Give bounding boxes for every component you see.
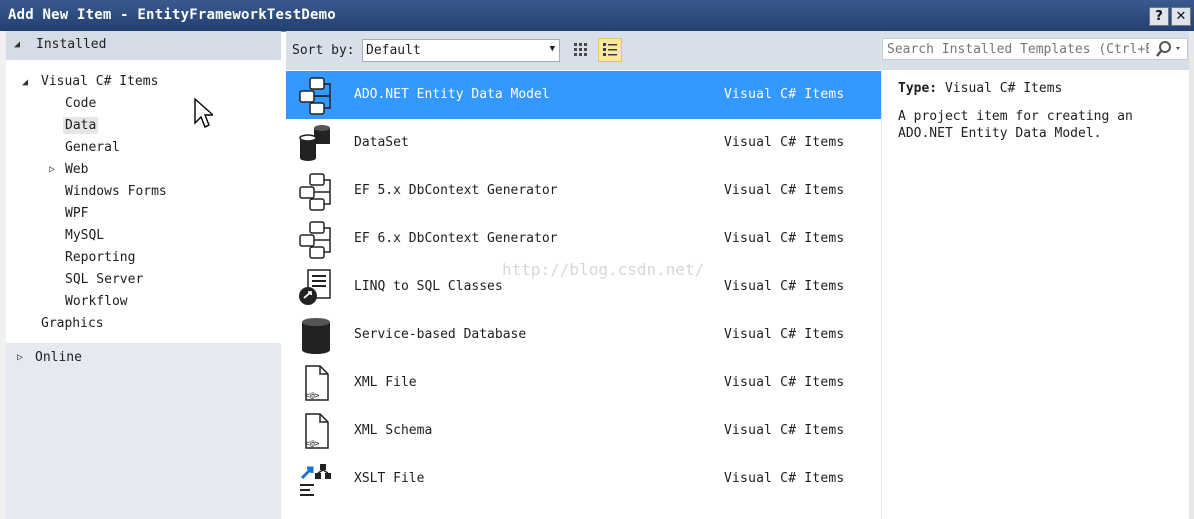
- tree-item-visual-csharp[interactable]: Visual C# Items: [41, 74, 158, 89]
- tree-item-workflow[interactable]: Workflow: [65, 294, 128, 309]
- sort-by-select[interactable]: Default ▼: [362, 39, 560, 62]
- close-button[interactable]: ✕: [1171, 7, 1191, 26]
- template-name: ADO.NET Entity Data Model: [354, 87, 550, 102]
- template-item-xml-file[interactable]: <@> XML File Visual C# Items: [286, 359, 881, 407]
- template-name: EF 5.x DbContext Generator: [354, 183, 558, 198]
- template-item-service-db[interactable]: Service-based Database Visual C# Items: [286, 311, 881, 359]
- title-bar[interactable]: Add New Item - EntityFrameworkTestDemo ?…: [0, 0, 1194, 32]
- template-item-ef6-generator[interactable]: EF 6.x DbContext Generator Visual C# Ite…: [286, 215, 881, 263]
- search-icon: [1156, 41, 1180, 57]
- tree-item-reporting[interactable]: Reporting: [65, 250, 135, 265]
- linq-icon: [299, 269, 331, 305]
- template-name: XML File: [354, 375, 417, 390]
- tree-item-web[interactable]: Web: [65, 162, 88, 177]
- type-value: Visual C# Items: [944, 81, 1063, 96]
- sort-toolbar: Sort by: Default ▼: [286, 31, 881, 70]
- template-tree-panel: ◢ Installed ◢ Visual C# Items Code Data …: [6, 31, 281, 519]
- template-category: Visual C# Items: [724, 183, 845, 198]
- search-input[interactable]: Search Installed Templates (Ctrl+E): [882, 38, 1188, 60]
- chevron-down-icon: ▼: [549, 44, 555, 54]
- ef-generator-icon: [299, 221, 331, 259]
- template-item-dataset[interactable]: DataSet Visual C# Items: [286, 119, 881, 167]
- xslt-file-icon: [300, 464, 331, 496]
- mouse-cursor-icon: [194, 97, 213, 128]
- template-name: LINQ to SQL Classes: [354, 279, 503, 294]
- template-category: Visual C# Items: [724, 231, 845, 246]
- details-panel: Search Installed Templates (Ctrl+E) Type…: [881, 31, 1194, 519]
- expand-arrow-icon[interactable]: ▷: [17, 352, 23, 363]
- right-edge: [1189, 31, 1194, 519]
- help-button[interactable]: ?: [1149, 7, 1169, 26]
- list-view-button[interactable]: [598, 38, 622, 62]
- database-icon: [302, 318, 330, 354]
- svg-text:<@>: <@>: [305, 439, 320, 448]
- template-name: XSLT File: [354, 471, 425, 486]
- template-category: Visual C# Items: [724, 279, 845, 294]
- template-category: Visual C# Items: [724, 423, 845, 438]
- sort-by-label: Sort by:: [292, 43, 355, 58]
- dataset-icon: [299, 125, 330, 161]
- tree-item-online[interactable]: Online: [35, 350, 82, 365]
- template-name: XML Schema: [354, 423, 433, 438]
- tree-item-sql-server[interactable]: SQL Server: [65, 272, 143, 287]
- xml-schema-icon: <@>: [305, 413, 329, 449]
- watermark-text: http://blog.csdn.net/: [502, 260, 705, 279]
- tree-item-mysql[interactable]: MySQL: [65, 228, 104, 243]
- installed-header[interactable]: ◢ Installed: [6, 31, 281, 60]
- template-category: Visual C# Items: [724, 87, 845, 102]
- tree-item-code[interactable]: Code: [65, 96, 96, 111]
- template-item-ef5-generator[interactable]: EF 5.x DbContext Generator Visual C# Ite…: [286, 167, 881, 215]
- svg-text:<@>: <@>: [305, 391, 320, 400]
- search-bar-area: Search Installed Templates (Ctrl+E): [882, 31, 1194, 70]
- tree-item-wpf[interactable]: WPF: [65, 206, 88, 221]
- template-item-ado-net[interactable]: ADO.NET Entity Data Model Visual C# Item…: [286, 71, 881, 119]
- collapse-arrow-icon[interactable]: ◢: [14, 39, 20, 50]
- entity-model-icon: [299, 77, 331, 115]
- collapse-arrow-icon[interactable]: ◢: [22, 77, 28, 88]
- tree-item-data[interactable]: Data: [63, 117, 99, 134]
- tree-item-graphics[interactable]: Graphics: [41, 316, 104, 331]
- ef-generator-icon: [299, 173, 331, 211]
- search-placeholder: Search Installed Templates (Ctrl+E): [887, 42, 1149, 57]
- expand-arrow-icon[interactable]: ▷: [49, 164, 55, 175]
- type-label: Type:: [898, 81, 938, 96]
- template-name: DataSet: [354, 135, 409, 150]
- template-description: A project item for creating an ADO.NET E…: [898, 109, 1133, 141]
- sort-by-value: Default: [366, 43, 421, 58]
- template-category: Visual C# Items: [724, 135, 845, 150]
- template-item-xml-schema[interactable]: <@> XML Schema Visual C# Items: [286, 407, 881, 455]
- grid-view-icon: [574, 43, 587, 56]
- template-name: Service-based Database: [354, 327, 527, 342]
- medium-icons-view-button[interactable]: [569, 38, 593, 62]
- installed-label: Installed: [36, 37, 107, 52]
- search-button[interactable]: [1155, 40, 1185, 58]
- template-category: Visual C# Items: [724, 327, 845, 342]
- template-category: Visual C# Items: [724, 471, 845, 486]
- template-name: EF 6.x DbContext Generator: [354, 231, 558, 246]
- list-view-icon: [603, 43, 617, 56]
- window-title: Add New Item - EntityFrameworkTestDemo: [8, 7, 336, 23]
- tree-item-general[interactable]: General: [65, 140, 120, 155]
- template-item-xslt-file[interactable]: XSLT File Visual C# Items: [286, 455, 881, 503]
- template-type-line: Type: Visual C# Items: [898, 81, 1062, 96]
- online-section: ▷ Online: [6, 343, 281, 519]
- xml-file-icon: <@>: [305, 365, 329, 401]
- tree-item-windows-forms[interactable]: Windows Forms: [65, 184, 167, 199]
- template-category: Visual C# Items: [724, 375, 845, 390]
